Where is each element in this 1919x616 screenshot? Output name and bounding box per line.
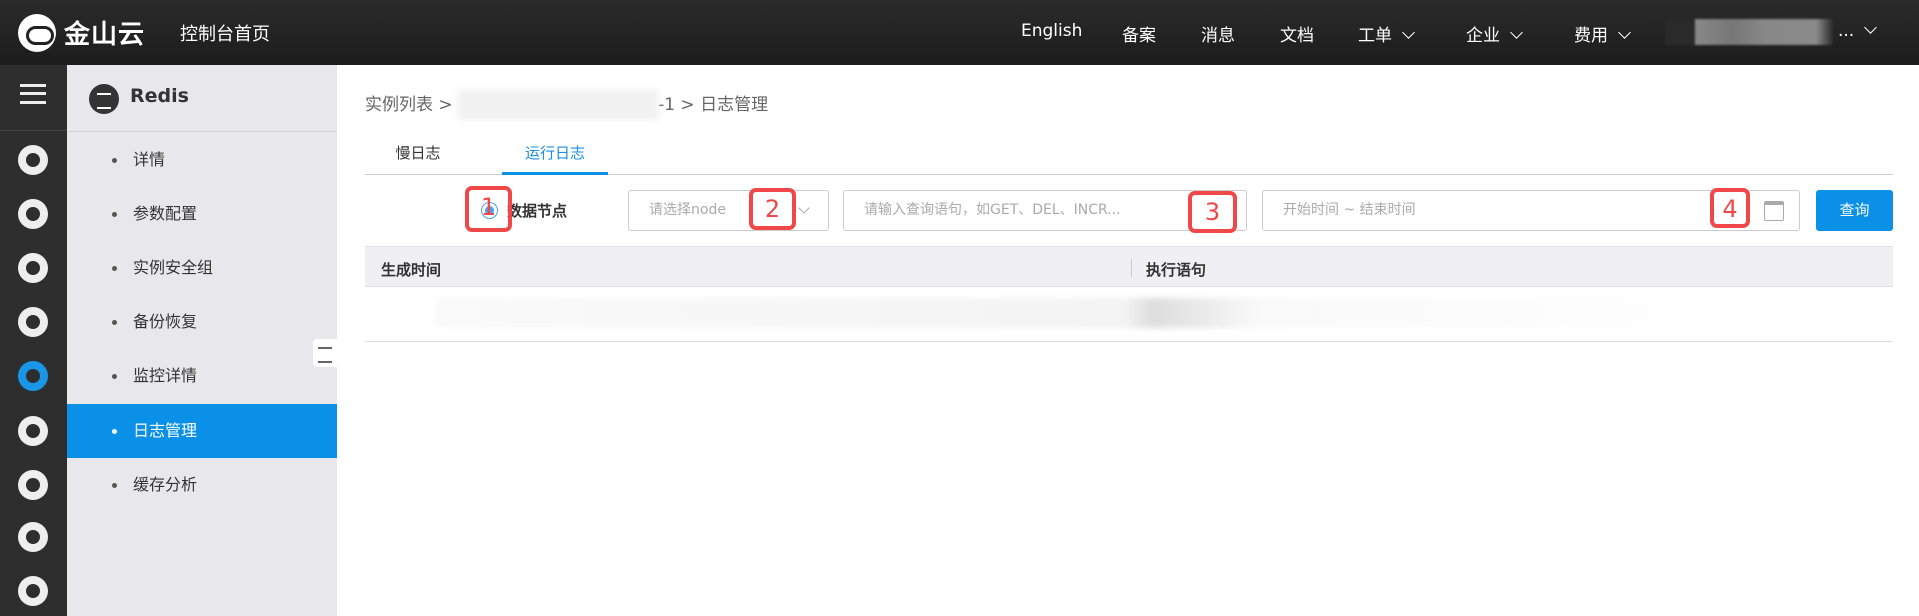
mongodb-icon[interactable] [18,416,48,446]
menu-icon[interactable] [20,84,46,104]
nav-beian[interactable]: 备案 [1122,21,1156,46]
sidebar-item-details[interactable]: 详情 [67,133,337,187]
sidebar-item-label: 实例安全组 [133,258,214,277]
column-divider [1131,259,1132,277]
console-home-link[interactable]: 控制台首页 [180,20,270,46]
chevron-down-icon [798,202,810,214]
nav-billing[interactable]: 费用 [1574,21,1631,46]
nav-docs[interactable]: 文档 [1280,21,1314,46]
annotation-box-1: 1 [465,186,512,232]
sidebar-item-logs[interactable]: 日志管理 [67,404,337,458]
kafka-icon[interactable] [18,522,48,552]
chevron-down-icon [1510,26,1523,39]
sqlserver-icon[interactable] [18,307,48,337]
query-input[interactable]: 请输入查询语句，如GET、DEL、INCR... [843,190,1247,231]
breadcrumb: 实例列表 > -1 > 日志管理 [365,90,768,120]
user-ellipsis: ... [1838,21,1855,41]
annotation-box-2: 2 [749,188,796,230]
time-range-placeholder: 开始时间 ~ 结束时间 [1283,202,1416,218]
annotation-box-4: 4 [1710,188,1750,228]
sidebar-item-label: 参数配置 [133,204,198,223]
memcache-icon[interactable] [18,470,48,500]
active-tab-indicator [502,172,608,175]
sidebar-item-monitoring[interactable]: 监控详情 [67,349,337,403]
sidebar-item-cache-analysis[interactable]: 缓存分析 [67,458,337,512]
nav-enterprise-label: 企业 [1466,26,1500,46]
breadcrumb-sep: > [438,95,453,115]
monitor-icon[interactable] [18,576,48,606]
column-header-time: 生成时间 [381,261,442,279]
logo-text[interactable]: 金山云 [64,14,145,51]
instance-name-tail[interactable]: -1 [658,95,675,115]
annotation-box-3: 3 [1188,191,1237,233]
sidebar-item-label: 备份恢复 [133,312,198,331]
collapse-sidebar-handle[interactable] [313,339,337,367]
table-header: 生成时间 执行语句 [365,246,1893,287]
nav-messages[interactable]: 消息 [1201,21,1235,46]
redis-icon [89,84,119,114]
user-account-blurred[interactable] [1665,19,1833,45]
nav-english[interactable]: English [1021,21,1082,41]
kingsoft-cloud-logo-icon[interactable] [18,14,56,52]
query-button[interactable]: 查询 [1816,190,1893,231]
chevron-down-icon [1402,26,1415,39]
row-divider [365,341,1893,342]
sidebar-item-backup[interactable]: 备份恢复 [67,295,337,349]
query-input-placeholder: 请输入查询语句，如GET、DEL、INCR... [864,202,1121,218]
node-select-placeholder: 请选择node [649,202,726,218]
nav-tickets[interactable]: 工单 [1358,21,1415,46]
instance-name-blurred[interactable] [458,90,659,120]
user-menu-toggle[interactable]: ... [1838,21,1878,41]
redis-sidebar: Redis 详情 参数配置 实例安全组 备份恢复 监控详情 日志管理 缓存分析 [67,65,337,616]
nav-tickets-label: 工单 [1358,26,1392,46]
data-node-label: 数据节点 [507,202,568,220]
sidebar-item-params[interactable]: 参数配置 [67,187,337,241]
tab-slow-log[interactable]: 慢日志 [365,142,471,163]
node-select[interactable]: 请选择node [628,190,829,231]
chevron-down-icon [1864,21,1878,34]
top-navbar: 金山云 控制台首页 English 备案 消息 文档 工单 企业 费用 ... [0,0,1919,65]
postgresql-icon[interactable] [18,253,48,283]
redis-icon[interactable] [18,361,48,391]
divider [0,130,67,131]
chevron-down-icon [1618,26,1631,39]
table-row-blurred [435,298,1815,328]
sidebar-item-label: 详情 [133,150,166,169]
calendar-icon[interactable] [1764,201,1784,221]
sidebar-title: Redis [130,85,189,107]
database-icon[interactable] [18,199,48,229]
sidebar-item-security-group[interactable]: 实例安全组 [67,241,337,295]
sidebar-item-label: 日志管理 [133,421,198,440]
column-header-statement: 执行语句 [1146,261,1207,279]
nav-enterprise[interactable]: 企业 [1466,21,1523,46]
nav-billing-label: 费用 [1574,26,1608,46]
cloud-host-icon[interactable] [18,145,48,175]
breadcrumb-sep: > [680,95,695,115]
breadcrumb-current: 日志管理 [700,95,769,115]
sidebar-item-label: 监控详情 [133,366,198,385]
breadcrumb-root[interactable]: 实例列表 [365,95,433,115]
sidebar-item-label: 缓存分析 [133,475,198,494]
sidebar-header: Redis [67,65,337,132]
tab-run-log[interactable]: 运行日志 [502,142,608,163]
